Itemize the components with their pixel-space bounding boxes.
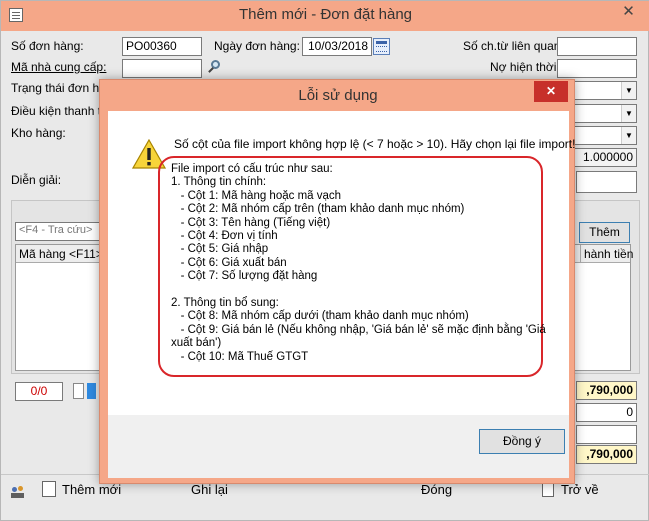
close-icon[interactable]: ✕ <box>607 1 649 23</box>
save-button[interactable]: Ghi lại <box>191 482 228 497</box>
discount-input[interactable]: 0 <box>576 403 637 422</box>
back-button[interactable]: Trở về <box>561 482 599 497</box>
page-counter: 0/0 <box>15 382 63 401</box>
voucher-no-input[interactable] <box>557 37 637 56</box>
users-icon <box>11 485 25 499</box>
description-label: Diễn giải: <box>11 173 62 187</box>
error-message: Số cột của file import không hợp lệ (< 7… <box>174 137 576 151</box>
supplier-input[interactable] <box>122 59 202 78</box>
chevron-down-icon: ▼ <box>621 127 636 144</box>
pager-box[interactable] <box>73 383 84 399</box>
close-button[interactable]: Đóng <box>421 482 452 497</box>
tax-input[interactable] <box>576 425 637 444</box>
file-structure-text: File import có cấu trúc như sau: 1. Thôn… <box>171 163 546 363</box>
search-icon[interactable] <box>206 59 222 75</box>
col-amount[interactable]: hành tiền <box>580 245 633 263</box>
title-bar: Thêm mới - Đơn đặt hàng ✕ <box>1 1 649 31</box>
order-no-input[interactable]: PO00360 <box>122 37 202 56</box>
error-dialog: Lỗi sử dụng ✕ Số cột của file import khô… <box>99 79 575 484</box>
add-item-button[interactable]: Thêm <box>579 222 630 243</box>
dialog-body: Số cột của file import không hợp lệ (< 7… <box>108 111 575 415</box>
dialog-close-button[interactable]: ✕ <box>534 81 568 102</box>
item-search-input[interactable]: <F4 - Tra cứu> <box>15 222 105 241</box>
calendar-icon[interactable] <box>373 38 390 55</box>
window-title: Thêm mới - Đơn đặt hàng <box>238 6 413 23</box>
description-input[interactable] <box>576 171 637 193</box>
back-icon <box>542 483 554 497</box>
warehouse-label: Kho hàng: <box>11 126 66 140</box>
order-no-label: Số đơn hàng: <box>11 39 84 53</box>
supplier-label: Mã nhà cung cấp: <box>11 60 107 74</box>
add-new-button[interactable]: Thêm mới <box>62 482 121 497</box>
total-amount: ,790,000 <box>576 381 637 400</box>
payment-terms-label: Điều kiện thanh to <box>11 104 108 118</box>
dialog-title: Lỗi sử dụng <box>298 87 378 104</box>
order-date-label: Ngày đơn hàng: <box>214 39 300 53</box>
col-item-code[interactable]: Mã hàng <F11> <box>16 245 104 263</box>
dialog-footer: Đồng ý <box>108 415 569 478</box>
chevron-down-icon: ▼ <box>621 82 636 99</box>
order-date-input[interactable]: 10/03/2018 <box>302 37 372 56</box>
grand-total: ,790,000 <box>576 445 637 464</box>
ok-button[interactable]: Đồng ý <box>479 429 565 454</box>
current-debt-input <box>557 59 637 78</box>
chevron-down-icon: ▼ <box>621 105 636 122</box>
new-document-icon <box>42 481 56 497</box>
voucher-no-label: Số ch.từ liên quan: <box>463 39 564 53</box>
current-debt-label: Nợ hiện thời: <box>490 60 560 74</box>
pager-bar[interactable] <box>87 383 96 399</box>
